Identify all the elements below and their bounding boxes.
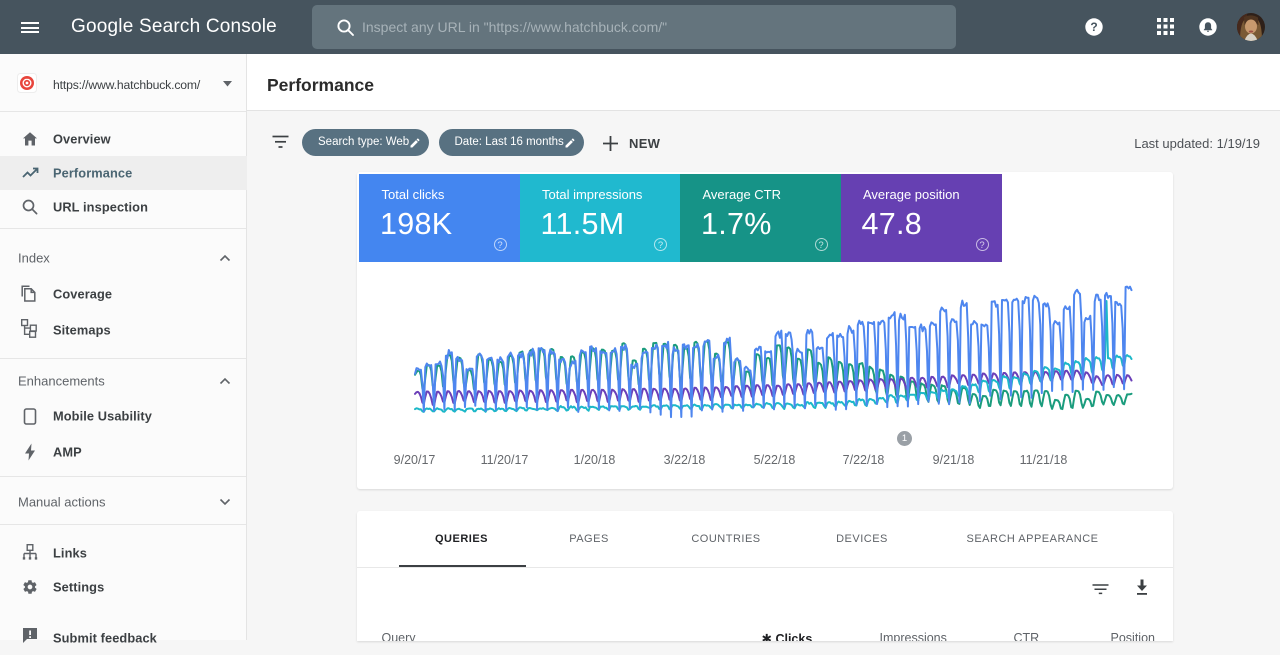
- svg-text:?: ?: [1090, 20, 1097, 34]
